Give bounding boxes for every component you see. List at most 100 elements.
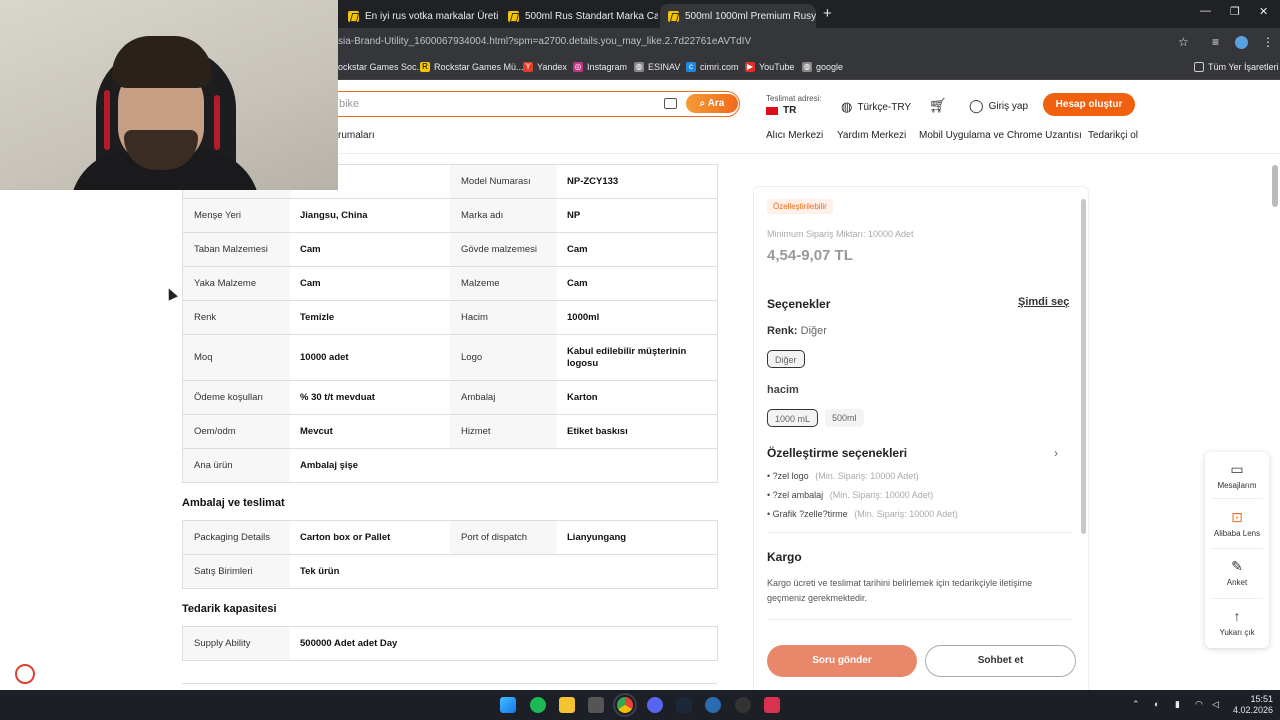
wifi-icon[interactable]: ◠ [1195,699,1203,710]
table-row: Taban Malzemesi Cam Gövde malzemesi Cam [183,233,717,267]
login-link[interactable]: ◯ Giriş yap [969,98,1028,114]
bookmark-item[interactable]: Y Yandex [523,62,567,72]
discord-icon[interactable] [647,697,663,713]
panel-scrollbar[interactable] [1081,199,1086,534]
browser-tab-3[interactable]: 500ml 1000ml Premium Rusya ✕ [660,4,816,28]
table-row: Supply Ability 500000 Adet adet Day [183,627,717,661]
divider [182,683,717,684]
nav-item-mobile-app[interactable]: Mobil Uygulama ve Chrome Uzantısı [919,130,1082,141]
minimize-icon[interactable]: — [1200,5,1211,17]
moq-text: Minimum Sipariş Miktarı: 10000 Adet [767,229,914,239]
search-input[interactable]: bike [339,98,359,110]
menu-icon[interactable]: ⋮ [1262,35,1274,49]
table-cell [450,449,557,482]
search-button[interactable]: ⌕ Ara [686,94,738,113]
chat-button[interactable]: Sohbet et [925,645,1076,677]
table-cell: Packaging Details [183,521,290,554]
bookmark-item[interactable]: ◍ google [802,62,843,72]
bookmark-item[interactable]: ockstar Games Soc... [338,62,424,72]
url-field[interactable]: sia-Brand-Utility_1600067934004.html?spm… [338,36,751,47]
lens-icon: ⊡ [1231,509,1243,525]
bookmark-item[interactable]: ▶ YouTube [745,62,794,72]
bookmark-item[interactable]: c cimri.com [686,62,739,72]
person-hair [112,36,212,88]
store-icon[interactable] [588,697,604,713]
language-selector[interactable]: ◍ Türkçe-TRY [841,99,911,115]
media-icon[interactable]: ≡ [1212,35,1219,49]
bookmark-item[interactable]: ◍ ESINAV [634,62,680,72]
table-cell: Yaka Malzeme [183,267,290,300]
maximize-icon[interactable]: ❐ [1230,5,1240,18]
profile-avatar[interactable] [1235,36,1248,49]
table-cell: Cam [300,244,321,255]
bookmark-item[interactable]: ◎ Instagram [573,62,627,72]
custom-option-item: • ?zel logo (Min. Sipariş: 10000 Adet) [767,471,919,481]
table-cell: Cam [567,277,588,289]
instagram-icon: ◎ [573,62,583,72]
network-app-icon[interactable] [705,697,721,713]
nav-item-left[interactable]: rumaları [338,130,375,141]
color-option-chip[interactable]: Diğer [767,350,805,368]
all-bookmarks[interactable]: Tüm Yer İşaretleri [1194,62,1279,72]
microphone-icon[interactable]: ▮ [1175,699,1180,710]
spotify-icon[interactable] [530,697,546,713]
steam-icon[interactable] [676,697,692,713]
volume-icon[interactable]: ◁ [1212,699,1219,710]
divider [767,532,1073,533]
camera-icon[interactable] [664,98,677,109]
divider [1211,598,1263,599]
cart-icon[interactable]: 🛒︎ [929,97,947,114]
customizable-badge: Özelleştirilebilir [767,199,833,214]
nav-item-become-supplier[interactable]: Tedarikçi ol [1088,130,1138,141]
chair-stripe [214,95,220,150]
bookmark-item[interactable]: R Rockstar Games Mü... [420,62,524,72]
chevron-right-icon[interactable]: › [1054,446,1058,460]
customization-title[interactable]: Özelleştirme seçenekleri [767,446,907,460]
table-cell: Jiangsu, China [300,210,368,221]
table-row: Renk Temizle Hacim 1000ml [183,301,717,335]
shipping-title: Kargo [767,550,802,564]
table-cell: Marka adı [450,199,557,232]
browser-tab-1[interactable]: En iyi rus votka markalar Üretic ✕ [340,4,498,28]
send-inquiry-button[interactable]: Soru gönder [767,645,917,677]
divider [1211,498,1263,499]
new-tab-icon[interactable]: + [823,5,832,22]
volume-option-1000ml[interactable]: 1000 mL [767,409,819,427]
app-icon[interactable] [735,697,751,713]
taskbar: ⌃ ◐ ▮ ◠ ◁ 15:51 4.02.2026 [0,690,1280,720]
clock[interactable]: 15:51 4.02.2026 [1228,694,1273,715]
nav-item-help-center[interactable]: Yardım Merkezi [837,130,906,141]
table-cell: Menşe Yeri [183,199,290,232]
volume-option-500ml[interactable]: 500ml [825,409,864,427]
browser-tab-2[interactable]: 500ml Rus Standart Marka Cam ✕ [500,4,658,28]
chevron-up-icon[interactable]: ⌃ [1132,699,1140,710]
file-explorer-icon[interactable] [559,697,575,713]
table-cell: Malzeme [450,267,557,300]
message-icon: ▭ [1230,461,1244,477]
delivery-country[interactable]: TR [766,105,796,116]
divider [767,619,1073,620]
star-icon[interactable]: ☆ [1178,35,1189,49]
steam-tray-icon[interactable]: ◐ [1154,699,1159,709]
table-cell: NP-ZCY133 [567,175,619,187]
table-cell: Ambalaj [450,381,557,414]
app-icon[interactable] [764,697,780,713]
start-icon[interactable] [500,697,516,713]
table-cell: Tek ürün [300,566,340,577]
table-cell: Gövde malzemesi [450,233,557,266]
survey-button[interactable]: ✎ Anket [1205,558,1269,587]
custom-option-item: • Grafik ?zelle?tirme (Min. Sipariş: 100… [767,509,958,519]
table-cell: Moq [183,335,290,380]
table-cell: Etiket baskısı [567,425,628,437]
page-scrollbar[interactable] [1272,165,1278,207]
table-cell: Lianyungang [567,531,627,543]
register-button[interactable]: Hesap oluştur [1043,93,1135,116]
close-window-icon[interactable]: ✕ [1259,5,1268,18]
back-to-top-button[interactable]: ↑ Yukarı çık [1205,608,1269,637]
chrome-icon[interactable] [613,693,637,717]
nav-item-buyer-center[interactable]: Alıcı Merkezi [766,130,823,141]
select-now-link[interactable]: Şimdi seç [1018,296,1069,308]
messages-button[interactable]: ▭ Mesajlarım [1205,461,1269,490]
table-cell: NP [567,209,581,221]
alibaba-lens-button[interactable]: ⊡ Alibaba Lens [1205,509,1269,538]
